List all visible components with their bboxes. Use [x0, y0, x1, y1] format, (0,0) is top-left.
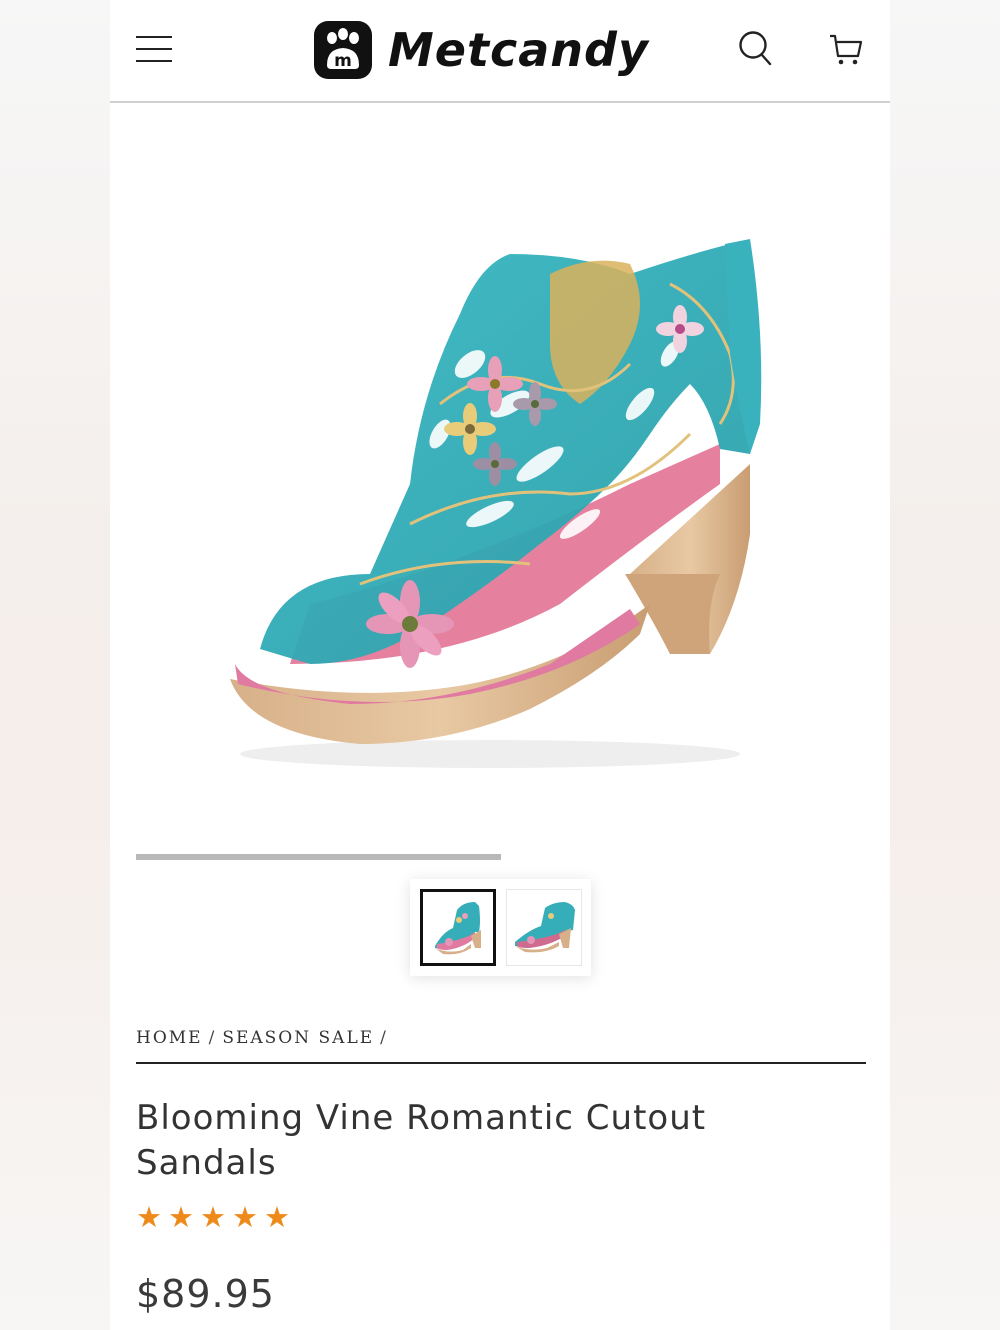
gallery-progress-track[interactable] — [136, 854, 866, 860]
hamburger-menu-icon[interactable] — [136, 34, 172, 64]
page-backdrop-right — [890, 0, 1000, 1330]
breadcrumb-separator: / — [380, 1028, 388, 1048]
star-icon: ★ — [200, 1202, 226, 1234]
breadcrumb-season-sale[interactable]: SEASON SALE — [222, 1028, 374, 1048]
page-backdrop-left — [0, 0, 110, 1330]
product-rating[interactable]: ★ ★ ★ ★ ★ — [136, 1202, 290, 1234]
svg-text:m: m — [334, 51, 352, 71]
product-price: $89.95 — [136, 1272, 275, 1316]
gallery-progress-fill — [136, 854, 501, 860]
thumbnail-strip — [410, 879, 591, 976]
site-header: m Metcandy — [110, 0, 890, 103]
breadcrumb: HOME / SEASON SALE / — [136, 1028, 866, 1064]
breadcrumb-home[interactable]: HOME — [136, 1028, 203, 1048]
brand-paw-icon: m — [314, 21, 372, 79]
breadcrumb-separator: / — [208, 1028, 217, 1048]
product-main-image[interactable] — [110, 104, 890, 844]
product-page: m Metcandy HOME / SEASON SALE / Blooming… — [110, 0, 890, 1330]
brand-name: Metcandy — [388, 23, 649, 77]
thumbnail-sandal-front-view[interactable] — [506, 889, 582, 966]
thumbnail-sandal-side-view[interactable] — [420, 889, 496, 966]
star-icon: ★ — [232, 1202, 258, 1234]
brand-logo[interactable]: m Metcandy — [314, 16, 649, 84]
search-icon[interactable] — [738, 30, 774, 68]
product-title: Blooming Vine Romantic Cutout Sandals — [136, 1098, 707, 1183]
star-icon: ★ — [168, 1202, 194, 1234]
star-icon: ★ — [264, 1202, 290, 1234]
cart-icon[interactable] — [828, 32, 864, 68]
star-icon: ★ — [136, 1202, 162, 1234]
